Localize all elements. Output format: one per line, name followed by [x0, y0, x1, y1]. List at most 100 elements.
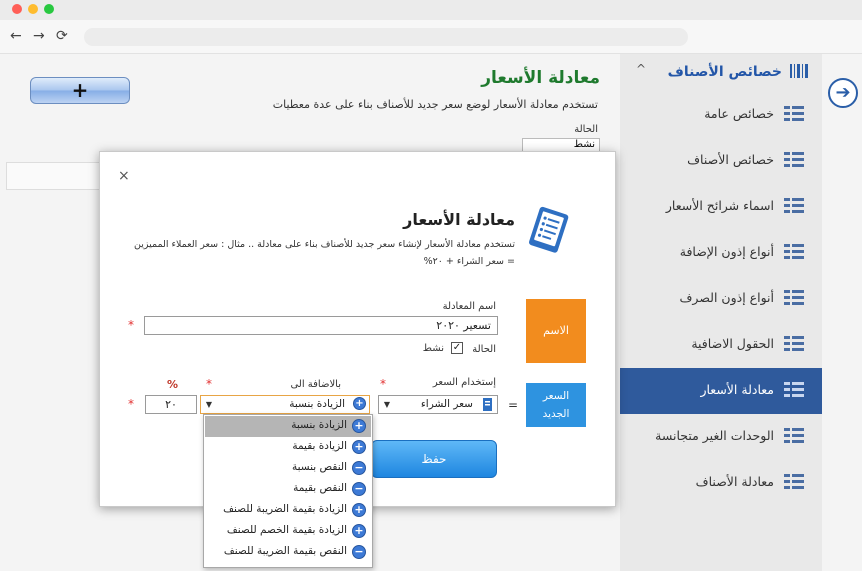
- sidebar-item-label: معادلة الأسعار: [700, 382, 774, 397]
- sidebar-item-label: معادلة الأصناف: [695, 474, 774, 489]
- dialog-description-line-1: تستخدم معادلة الأسعار لإنشاء سعر جديد لل…: [134, 239, 515, 250]
- sidebar-header[interactable]: ^ خصائص الأصناف: [620, 54, 822, 92]
- required-mark: *: [128, 397, 134, 411]
- dropdown-option-label: الزيادة بنسبة: [291, 419, 347, 431]
- active-label: نشط: [422, 343, 444, 354]
- plus-circle-icon: +: [353, 397, 366, 410]
- minimize-window-button[interactable]: [28, 4, 38, 14]
- arrow-right-icon[interactable]: ➔: [828, 78, 858, 108]
- dropdown-option[interactable]: النقص بقيمة الضريبة للصنف −: [205, 542, 371, 563]
- barcode-icon: [790, 64, 808, 78]
- name-section-box: الاسم: [526, 299, 586, 363]
- page-description: تستخدم معادلة الأسعار لوضع سعر جديد للأص…: [272, 98, 598, 111]
- dialog-title: معادلة الأسعار: [403, 210, 515, 229]
- dropdown-option[interactable]: الزيادة بنسبة +: [205, 416, 371, 437]
- status-label: الحالة: [472, 344, 496, 355]
- forward-arrow-icon[interactable]: →: [33, 28, 45, 44]
- dropdown-option[interactable]: الزيادة بقيمة +: [205, 437, 371, 458]
- sidebar-item-label: أنواع إذون الإضافة: [679, 244, 774, 259]
- list-icon: [784, 335, 804, 355]
- addition-type-select[interactable]: ▼ الزيادة بنسبة +: [200, 395, 370, 414]
- close-window-button[interactable]: [12, 4, 22, 14]
- dropdown-option-label: النقص بقيمة الضريبة للصنف: [223, 545, 347, 557]
- addition-type-value: الزيادة بنسبة: [289, 398, 345, 410]
- minus-circle-icon: −: [352, 545, 366, 559]
- browser-titlebar: [0, 0, 862, 20]
- equation-name-input[interactable]: تسعير ٢٠٢٠: [144, 316, 498, 335]
- dropdown-option[interactable]: الزيادة بقيمة الضريبة للصنف +: [205, 500, 371, 521]
- browser-toolbar: ← → ⟳: [0, 20, 862, 54]
- sidebar-item-label: خصائص الأصناف: [687, 152, 774, 167]
- sidebar-item-non-uniform-units[interactable]: الوحدات الغير متجانسة: [620, 414, 822, 460]
- sidebar-item-issue-types[interactable]: أنواع إذون الصرف: [620, 276, 822, 322]
- use-price-label: إستخدام السعر: [432, 377, 496, 388]
- back-arrow-icon[interactable]: ←: [10, 28, 22, 44]
- dialog-description: تستخدم معادلة الأسعار لإنشاء سعر جديد لل…: [115, 236, 515, 270]
- plus-circle-icon: +: [352, 524, 366, 538]
- page-status-label: الحالة: [574, 124, 598, 135]
- addition-type-dropdown: الزيادة بنسبة + الزيادة بقيمة + النقص بن…: [203, 414, 373, 568]
- sidebar-item-item-properties[interactable]: خصائص الأصناف: [620, 138, 822, 184]
- sidebar-item-label: الوحدات الغير متجانسة: [655, 428, 774, 443]
- sidebar-item-label: أنواع إذون الصرف: [679, 290, 774, 305]
- close-icon[interactable]: ×: [118, 168, 130, 184]
- chevron-up-icon[interactable]: ^: [636, 62, 646, 76]
- sidebar-header-title: خصائص الأصناف: [667, 64, 782, 80]
- plus-circle-icon: +: [352, 419, 366, 433]
- sidebar-item-price-tiers[interactable]: اسماء شرائح الأسعار: [620, 184, 822, 230]
- use-price-select[interactable]: ▼ سعر الشراء: [378, 395, 498, 414]
- percent-label: %: [167, 378, 179, 391]
- required-mark: *: [206, 377, 212, 391]
- new-price-box: السعر الجديد: [526, 383, 586, 427]
- document-list-icon: [529, 206, 569, 253]
- use-price-value: سعر الشراء: [420, 398, 473, 410]
- list-icon: [784, 289, 804, 309]
- required-mark: *: [128, 318, 134, 332]
- edge-strip: ➔: [822, 54, 862, 571]
- addition-label: بالاضافة الى: [290, 379, 341, 390]
- list-icon: [784, 427, 804, 447]
- new-price-box-line-2: الجديد: [542, 408, 570, 420]
- sidebar-item-label: اسماء شرائح الأسعار: [665, 198, 774, 213]
- list-icon: [784, 151, 804, 171]
- dropdown-option-label: النقص بقيمة: [293, 482, 347, 494]
- chevron-down-icon: ▼: [383, 400, 391, 409]
- reload-icon[interactable]: ⟳: [56, 28, 68, 44]
- list-icon: [784, 105, 804, 125]
- dialog-description-line-2: = سعر الشراء + ٢٠%: [423, 256, 515, 267]
- list-icon: [784, 381, 804, 401]
- minus-circle-icon: −: [352, 482, 366, 496]
- equation-name-label: اسم المعادلة: [442, 301, 496, 312]
- plus-circle-icon: +: [352, 440, 366, 454]
- sidebar-item-label: الحقول الاضافية: [691, 336, 774, 351]
- dropdown-option-label: الزيادة بقيمة الضريبة للصنف: [223, 503, 347, 515]
- page-title: معادلة الأسعار: [481, 68, 600, 88]
- sidebar-item-general-properties[interactable]: خصائص عامة: [620, 92, 822, 138]
- chevron-down-icon: ▼: [205, 400, 213, 409]
- dropdown-option[interactable]: النقص بنسبة −: [205, 458, 371, 479]
- minus-circle-icon: −: [352, 461, 366, 475]
- dropdown-option-label: الزيادة بقيمة الخصم للصنف: [226, 524, 347, 536]
- sidebar-item-receipt-types[interactable]: أنواع إذون الإضافة: [620, 230, 822, 276]
- dropdown-option[interactable]: النقص بقيمة −: [205, 479, 371, 500]
- plus-circle-icon: +: [352, 503, 366, 517]
- address-bar[interactable]: [84, 28, 688, 46]
- active-checkbox[interactable]: ✓: [451, 342, 463, 354]
- sidebar-item-extra-fields[interactable]: الحقول الاضافية: [620, 322, 822, 368]
- add-button[interactable]: +: [30, 77, 130, 104]
- dropdown-option[interactable]: الزيادة بقيمة الخصم للصنف +: [205, 521, 371, 542]
- price-doc-icon: [483, 398, 492, 411]
- required-mark: *: [380, 377, 386, 391]
- equals-sign: =: [507, 398, 518, 412]
- new-price-box-line-1: السعر: [542, 390, 570, 402]
- sidebar-item-price-equation[interactable]: معادلة الأسعار: [620, 368, 822, 414]
- list-icon: [784, 473, 804, 493]
- maximize-window-button[interactable]: [44, 4, 54, 14]
- percent-input[interactable]: ٢٠: [145, 395, 197, 414]
- grid-header-strip: [6, 162, 102, 190]
- sidebar-item-item-equation[interactable]: معادلة الأصناف: [620, 460, 822, 506]
- dropdown-option-label: الزيادة بقيمة: [292, 440, 347, 452]
- dropdown-option-label: النقص بنسبة: [291, 461, 347, 473]
- save-button[interactable]: حفظ: [371, 440, 497, 478]
- sidebar: ^ خصائص الأصناف خصائص عامة خصائص الأصناف…: [620, 54, 822, 571]
